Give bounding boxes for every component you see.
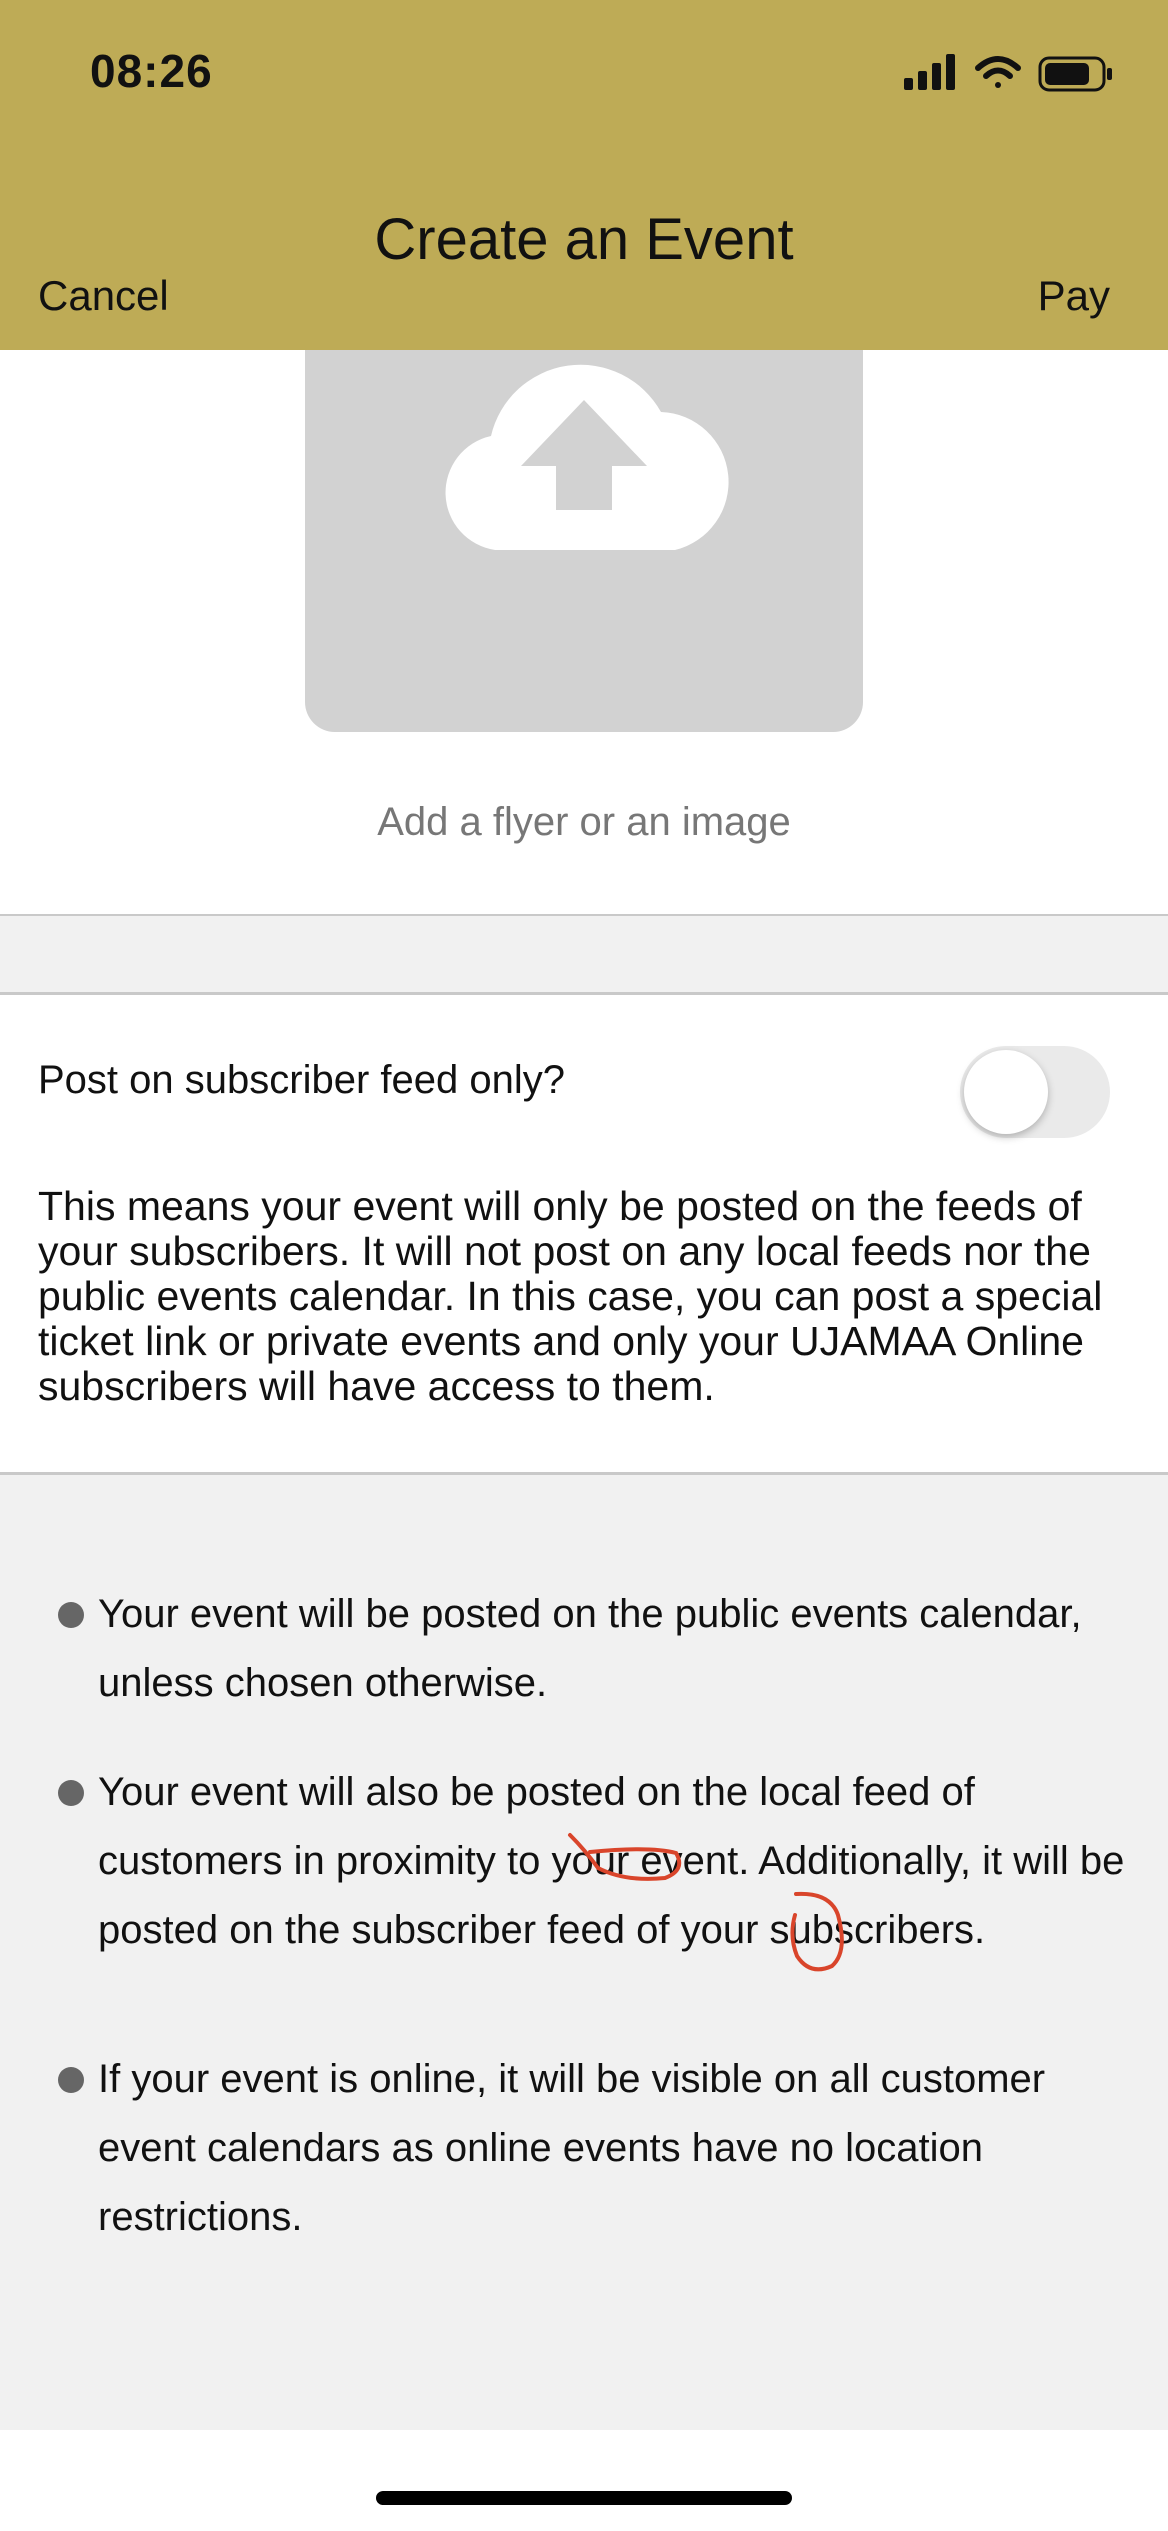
subscriber-feed-toggle[interactable] [960,1046,1110,1138]
toggle-knob [964,1050,1048,1134]
pay-button[interactable]: Pay [1038,272,1110,320]
page-title: Create an Event [374,207,794,272]
bullet-icon [58,1780,84,1806]
flyer-upload-area[interactable] [305,350,863,732]
cancel-button[interactable]: Cancel [38,272,169,320]
divider [0,992,1168,995]
section-separator [0,916,1168,992]
status-icons [904,54,1112,92]
signal-icon [904,54,955,90]
bullet-icon [58,2067,84,2093]
subscriber-feed-label: Post on subscriber feed only? [38,1058,565,1102]
note-text: Your event will be posted on the public … [98,1592,1082,1705]
note-text: Your event will also be posted on the lo… [98,1770,1125,1952]
info-panel: Your event will be posted on the public … [0,1475,1168,2430]
cloud-upload-icon [445,364,729,550]
status-time: 08:26 [90,45,213,97]
bullet-icon [58,1602,84,1628]
nav-header: 08:26 Create an Event Cancel Pay [0,0,1168,350]
note-text: If your event is online, it will be visi… [98,2057,1046,2239]
battery-icon [1038,56,1112,92]
subscriber-feed-description: This means your event will only be poste… [38,1183,1103,1409]
home-indicator [376,2491,792,2505]
upload-caption: Add a flyer or an image [377,800,791,844]
wifi-icon [975,56,1021,88]
